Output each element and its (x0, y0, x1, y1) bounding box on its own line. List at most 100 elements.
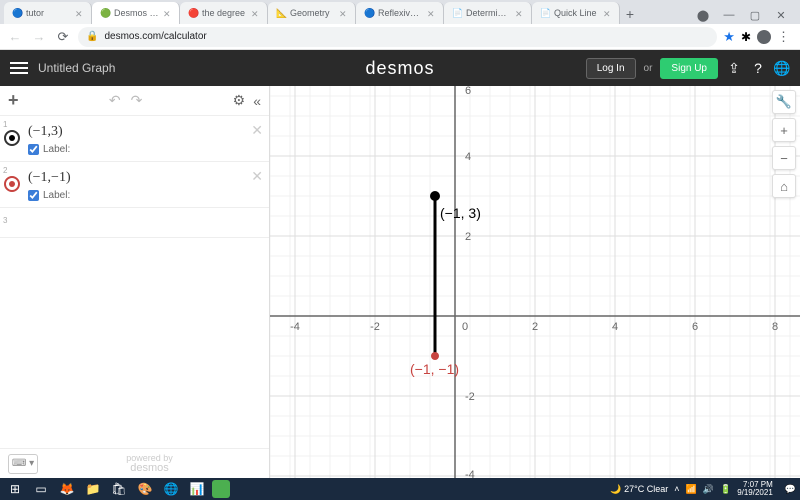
add-expression-button[interactable]: + (8, 90, 19, 111)
record-icon[interactable]: ⬤ (694, 6, 712, 24)
close-window-button[interactable]: ✕ (772, 6, 790, 24)
expression-number: 1 (3, 120, 7, 129)
maximize-button[interactable]: ▢ (746, 6, 764, 24)
wifi-icon[interactable]: 📶 (686, 484, 697, 495)
tab-label: Desmos | G (114, 8, 159, 18)
keyboard-button[interactable]: ⌨ ▾ (8, 454, 38, 474)
notifications-icon[interactable]: 💬 (785, 484, 796, 495)
sidebar-toolbar: + ↶ ↷ ⚙ « (0, 86, 269, 116)
start-button[interactable]: ⊞ (4, 480, 26, 498)
explorer-icon[interactable]: 📁 (82, 480, 104, 498)
globe-icon[interactable]: 🌐 (774, 60, 790, 76)
close-icon[interactable]: ✕ (427, 9, 435, 17)
close-icon[interactable]: ✕ (163, 9, 171, 17)
signup-button[interactable]: Sign Up (660, 58, 718, 79)
windows-taskbar: ⊞ ▭ 🦊 📁 🛍 🎨 🌐 📊 🌙 27°C Clear ˄ 📶 🔊 🔋 7:0… (0, 478, 800, 500)
reload-button[interactable]: ⟳ (54, 28, 72, 46)
volume-icon[interactable]: 🔊 (703, 484, 714, 495)
zoom-out-button[interactable]: − (772, 146, 796, 170)
profile-icon[interactable] (757, 30, 771, 44)
tab-desmos[interactable]: 🟢 Desmos | G ✕ (92, 2, 180, 24)
svg-text:6: 6 (465, 86, 471, 97)
undo-button[interactable]: ↶ (109, 92, 121, 109)
forward-button[interactable]: → (30, 28, 48, 46)
wrench-icon[interactable]: 🔧 (772, 90, 796, 114)
lock-icon: 🔒 (86, 31, 98, 42)
url-text: desmos.com/calculator (104, 31, 206, 42)
app-icon-2[interactable]: 📊 (186, 480, 208, 498)
battery-icon[interactable]: 🔋 (720, 484, 731, 495)
close-icon[interactable]: ✕ (75, 9, 83, 17)
share-icon[interactable]: ⇪ (726, 60, 742, 76)
close-icon[interactable]: ✕ (603, 9, 611, 17)
expression-row[interactable]: 2 (−1,−1) ✕ Label: (0, 162, 269, 208)
close-icon[interactable]: ✕ (339, 9, 347, 17)
label-checkbox[interactable] (28, 190, 39, 201)
app-icon[interactable]: 🎨 (134, 480, 156, 498)
firefox-icon[interactable]: 🦊 (56, 480, 78, 498)
expression-list: 1 (−1,3) ✕ Label: 2 (−1,−1) ✕ Label: (0, 116, 269, 448)
svg-text:4: 4 (612, 321, 618, 333)
label-text: Label: (43, 190, 70, 201)
close-icon[interactable]: ✕ (515, 9, 523, 17)
home-button[interactable]: ⌂ (772, 174, 796, 198)
svg-text:2: 2 (465, 231, 471, 243)
login-button[interactable]: Log In (586, 58, 636, 79)
chrome-icon[interactable]: 🌐 (160, 480, 182, 498)
expression-text[interactable]: (−1,3) (28, 124, 63, 139)
tab-favicon: 🔵 (364, 8, 374, 18)
zoom-in-button[interactable]: + (772, 118, 796, 142)
tab-favicon: 📄 (452, 8, 462, 18)
expression-number: 2 (3, 166, 7, 175)
taskview-icon[interactable]: ▭ (30, 480, 52, 498)
tab-google[interactable]: 🔴the degree✕ (180, 2, 268, 24)
minimize-button[interactable]: — (720, 6, 738, 24)
label-toggle[interactable]: Label: (28, 190, 259, 201)
label-checkbox[interactable] (28, 144, 39, 155)
graph-title[interactable]: Untitled Graph (38, 61, 115, 75)
settings-icon[interactable]: ⚙ (233, 92, 246, 109)
menu-icon[interactable] (10, 62, 28, 74)
tab-label: Geometry (290, 8, 335, 18)
collapse-sidebar-button[interactable]: « (253, 93, 261, 109)
main-area: + ↶ ↷ ⚙ « 1 (−1,3) ✕ Label: 2 (0, 86, 800, 478)
svg-text:0: 0 (462, 321, 468, 333)
menu-icon[interactable]: ⋮ (777, 29, 790, 45)
svg-text:6: 6 (692, 321, 698, 333)
extension-icon[interactable]: ✱ (741, 30, 751, 44)
point-1-label: (−1, 3) (440, 205, 481, 221)
bookmark-star-icon[interactable]: ★ (723, 29, 735, 45)
new-tab-button[interactable]: + (620, 4, 640, 24)
tab-determining[interactable]: 📄Determining✕ (444, 2, 532, 24)
store-icon[interactable]: 🛍 (108, 480, 130, 498)
tab-quicklines[interactable]: 📄Quick Line✕ (532, 2, 620, 24)
url-input[interactable]: 🔒 desmos.com/calculator (78, 27, 717, 47)
graph-canvas[interactable]: -4 -2 0 2 4 6 8 6 4 2 -2 -4 (−1, 3) (−1,… (270, 86, 800, 478)
help-icon[interactable]: ? (750, 60, 766, 76)
close-icon[interactable]: ✕ (251, 9, 259, 17)
expression-row-empty[interactable]: 3 (0, 208, 269, 238)
color-dot-icon[interactable] (4, 130, 20, 146)
app-icon-3[interactable] (212, 480, 230, 498)
point-1[interactable] (430, 191, 440, 201)
back-button[interactable]: ← (6, 28, 24, 46)
tab-label: Reflexive, S (378, 8, 423, 18)
weather-widget[interactable]: 🌙 27°C Clear (610, 484, 668, 495)
label-toggle[interactable]: Label: (28, 144, 259, 155)
expression-row[interactable]: 1 (−1,3) ✕ Label: (0, 116, 269, 162)
svg-text:2: 2 (532, 321, 538, 333)
point-2[interactable] (431, 352, 439, 360)
tab-tutor[interactable]: 🔵tutor✕ (4, 2, 92, 24)
tray-chevron-icon[interactable]: ˄ (674, 484, 679, 494)
delete-icon[interactable]: ✕ (251, 168, 263, 185)
color-dot-icon[interactable] (4, 176, 20, 192)
delete-icon[interactable]: ✕ (251, 122, 263, 139)
graph-toolbar: 🔧 + − ⌂ (772, 90, 796, 198)
clock[interactable]: 7:07 PM 9/19/2021 (737, 481, 779, 497)
expression-text[interactable]: (−1,−1) (28, 170, 71, 185)
tab-geometry[interactable]: 📐Geometry✕ (268, 2, 356, 24)
tab-favicon: 🟢 (100, 8, 110, 18)
redo-button[interactable]: ↷ (131, 92, 143, 109)
tab-reflexive[interactable]: 🔵 Reflexive, S ✕ (356, 2, 444, 24)
expression-sidebar: + ↶ ↷ ⚙ « 1 (−1,3) ✕ Label: 2 (0, 86, 270, 478)
